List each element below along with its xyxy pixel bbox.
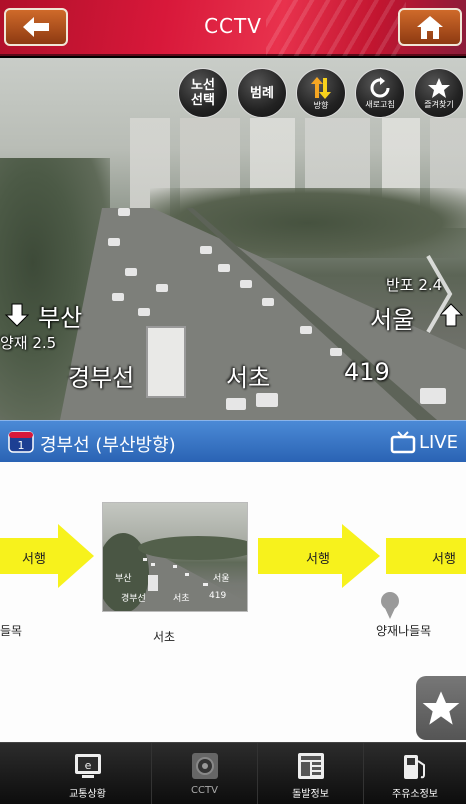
node-label: 서초	[153, 630, 176, 644]
camera-car	[226, 398, 246, 410]
camera-car	[330, 348, 342, 356]
cctv-thumbnail[interactable]: 부산 서울 경부선 서초 419	[102, 502, 248, 612]
cctv-camera-view[interactable]: 부산 양재 2.5 반포 2.4 서울 경부선 서초 419	[0, 58, 466, 420]
star-icon	[422, 691, 460, 725]
camera-car	[256, 393, 278, 407]
thumb-number: 419	[209, 591, 227, 601]
camera-car	[118, 208, 130, 216]
live-label[interactable]: LIVE	[419, 432, 458, 453]
star-icon	[428, 77, 450, 98]
camera-car	[125, 268, 137, 276]
camera-car	[262, 298, 274, 306]
incident-info-icon	[297, 753, 324, 779]
thumb-left-destination: 부산	[115, 574, 132, 584]
traffic-status-label: 서행	[306, 552, 330, 567]
camera-route-name: 경부선	[68, 364, 135, 392]
route-select-button[interactable]: 노선 선택	[178, 68, 228, 118]
traffic-status-icon: e	[74, 754, 101, 778]
home-icon	[417, 16, 443, 39]
nav-label: 교통상황	[69, 789, 106, 800]
route-diagram[interactable]: 서행 서행 서행 부산 서울 경부선 서초 419 들목 서초 양재나들목	[0, 462, 466, 742]
camera-car	[112, 293, 124, 301]
camera-car	[420, 388, 446, 404]
node-label: 양재나들목	[376, 624, 432, 638]
thumb-right-destination: 서울	[213, 574, 230, 584]
thumb-route-name: 경부선	[121, 594, 146, 604]
page-title: CCTV	[204, 14, 262, 38]
refresh-icon	[370, 76, 390, 97]
camera-car	[240, 280, 252, 288]
nav-item-gas-station[interactable]: 주유소정보	[364, 743, 466, 804]
camera-bus	[146, 326, 186, 398]
camera-car	[300, 326, 312, 334]
route-bar: 1 경부선 (부산방향) LIVE	[0, 420, 466, 462]
route-select-label: 노선 선택	[191, 78, 215, 108]
camera-car	[218, 264, 230, 272]
legend-label: 범례	[250, 85, 274, 101]
node-label: 들목	[0, 624, 23, 638]
nav-label: 주유소정보	[392, 789, 438, 800]
refresh-button[interactable]: 새로고침	[355, 68, 405, 118]
route-title: 경부선 (부산방향)	[40, 435, 176, 456]
camera-car	[138, 308, 150, 316]
nav-item-incident[interactable]: 돌발정보	[258, 743, 364, 804]
refresh-label: 새로고침	[365, 99, 395, 109]
cctv-camera-icon	[191, 753, 218, 779]
thumb-location: 서초	[173, 594, 190, 604]
camera-location: 서초	[226, 364, 271, 392]
shield-number: 1	[18, 439, 25, 452]
traffic-slow-arrow	[0, 524, 94, 588]
legend-button[interactable]: 범례	[237, 68, 287, 118]
location-pin-icon[interactable]	[378, 590, 402, 620]
camera-left-distance: 양재 2.5	[0, 334, 57, 352]
direction-arrows-icon	[311, 76, 331, 99]
direction-button[interactable]: 방향	[296, 68, 346, 118]
gas-station-icon	[404, 755, 425, 779]
nav-label: 돌발정보	[292, 789, 329, 800]
nav-label: CCTV	[191, 785, 218, 796]
tv-live-icon	[390, 431, 416, 454]
bottom-navigation: e 교통상황 CCTV 돌발정보 주유소정보	[0, 742, 466, 804]
nav-item-traffic[interactable]: e 교통상황	[24, 743, 152, 804]
direction-label: 방향	[313, 100, 329, 110]
home-button[interactable]	[398, 8, 462, 46]
camera-number: 419	[344, 358, 390, 386]
traffic-status-label: 서행	[22, 552, 46, 567]
camera-left-destination: 부산	[38, 304, 83, 332]
down-arrow-icon	[4, 303, 30, 327]
nav-item-cctv[interactable]: CCTV	[152, 743, 258, 804]
svg-text:e: e	[84, 759, 91, 772]
traffic-status-label: 서행	[432, 552, 456, 567]
expressway-shield-icon: 1	[8, 431, 34, 453]
floating-favorite-button[interactable]	[416, 676, 466, 740]
favorite-button[interactable]: 즐겨찾기	[414, 68, 464, 118]
camera-car	[108, 238, 120, 246]
camera-right-destination: 서울	[370, 306, 415, 334]
favorite-label: 즐겨찾기	[424, 99, 454, 109]
camera-car	[156, 284, 168, 292]
app-header: CCTV	[0, 0, 466, 56]
next-camera-chevron-icon[interactable]	[424, 254, 454, 334]
camera-car	[200, 246, 212, 254]
